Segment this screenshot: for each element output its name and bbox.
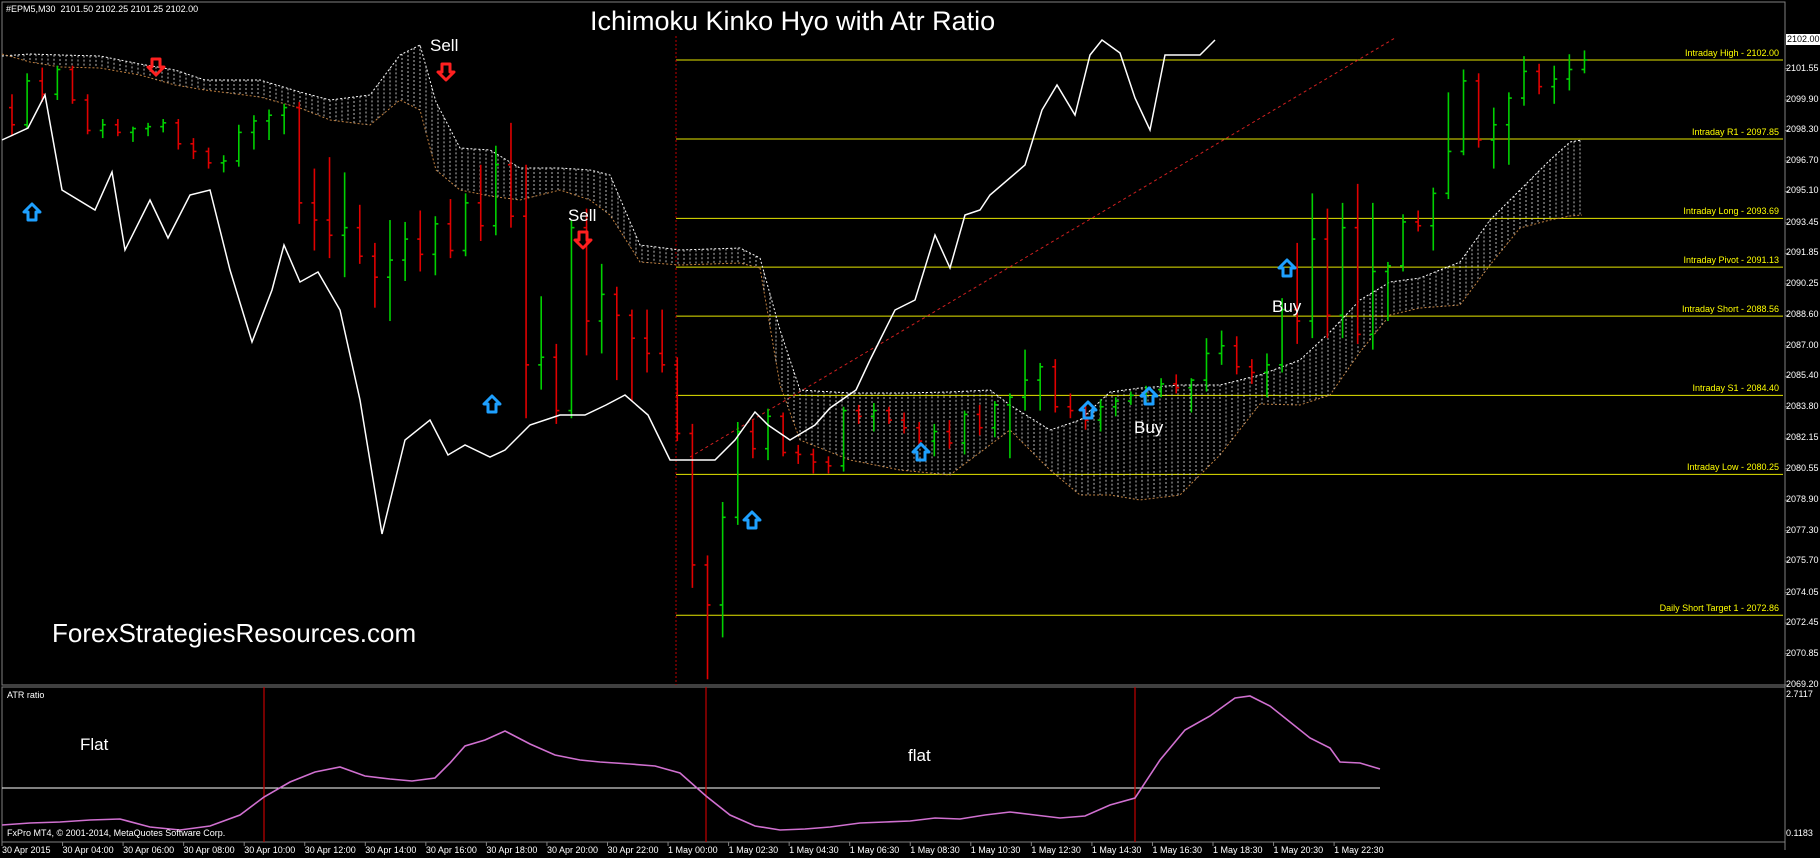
price-tick: 2078.90 [1786,494,1819,505]
cloud-a-upper [1,44,761,259]
time-tick: 1 May 00:00 [668,845,718,855]
chart-title: Ichimoku Kinko Hyo with Atr Ratio [590,6,996,36]
buy-arrow-icon [482,394,502,414]
time-tick: 30 Apr 06:00 [123,845,175,855]
price-tick: 2087.00 [1786,339,1819,350]
sell-annotation-2: Sell [568,206,597,225]
price-tick: 2075.70 [1786,555,1819,566]
cloud-a-lower [1,53,761,269]
time-tick: 30 Apr 10:00 [244,845,296,855]
time-tick: 1 May 16:30 [1152,845,1202,855]
time-tick: 1 May 08:30 [910,845,960,855]
ohlc-readout: 2101.50 2102.25 2101.25 2102.00 [60,4,199,14]
price-tick: 2072.45 [1786,617,1819,628]
price-tick: 2101.55 [1786,62,1819,73]
copyright-text: FxPro MT4, © 2001-2014, MetaQuotes Softw… [7,828,226,838]
symbol-label: #EPM5,M30 [6,4,56,14]
sell-annotation-1: Sell [430,36,459,55]
sell-arrow-icon [573,230,593,250]
watermark-text: ForexStrategiesResources.com [52,618,417,648]
time-tick: 30 Apr 08:00 [183,845,235,855]
down-arrow-icon [436,62,456,82]
level-label: Intraday Long - 2093.69 [1683,206,1779,217]
level-label: Intraday Pivot - 2091.13 [1683,255,1779,266]
buy-annotation-1: Buy [1272,297,1302,316]
level-label: Intraday R1 - 2097.85 [1691,127,1779,138]
buy-arrow-icon [1277,258,1297,278]
time-tick: 30 Apr 16:00 [425,845,477,855]
time-tick: 30 Apr 12:00 [304,845,356,855]
down-arrow-icon [146,57,166,77]
level-label: Intraday S1 - 2084.40 [1692,383,1779,394]
up-arrow-icon [1078,400,1098,420]
flat-annotation-2: flat [908,746,931,765]
time-tick: 30 Apr 04:00 [62,845,114,855]
price-tick: 2080.55 [1786,462,1819,473]
level-label: Daily Short Target 1 - 2072.86 [1659,603,1779,614]
current-price-marker: 2102.00 [1786,34,1820,45]
symbol-info: #EPM5,M30 2101.50 2102.25 2101.25 2102.0… [6,4,198,14]
indicator-max: 2.7117 [1786,689,1813,699]
time-tick: 1 May 20:30 [1273,845,1324,855]
main-panel-frame [1,1,1786,686]
time-tick: 1 May 02:30 [728,845,779,855]
price-tick: 2096.70 [1786,154,1819,165]
time-tick: 1 May 04:30 [789,845,839,855]
price-tick: 2091.85 [1786,247,1819,258]
price-tick: 2095.10 [1786,185,1819,196]
price-tick: 2090.25 [1786,277,1819,288]
price-tick: 2074.05 [1786,586,1819,597]
down-arrow-icon [573,230,593,250]
cloud-b-lower [759,214,1583,501]
atr-ratio-line [1,695,1381,831]
sell-arrow-icon [436,62,456,82]
up-arrow-icon [22,202,42,222]
up-arrow-icon [1277,258,1297,278]
trend-line [689,37,1396,458]
up-arrow-icon [1139,386,1159,406]
buy-arrow-icon [22,202,42,222]
price-tick: 2098.30 [1786,124,1819,135]
time-tick: 1 May 10:30 [970,845,1021,855]
time-tick: 30 Apr 2015 [2,845,51,855]
buy-arrow-icon [1078,400,1098,420]
time-tick: 30 Apr 18:00 [486,845,538,855]
price-tick: 2093.45 [1786,216,1819,227]
time-tick: 1 May 06:30 [849,845,900,855]
time-tick: 1 May 18:30 [1213,845,1263,855]
level-label: Intraday Short - 2088.56 [1681,304,1779,315]
time-tick: 30 Apr 22:00 [607,845,659,855]
time-tick: 30 Apr 20:00 [546,845,598,855]
chart-window[interactable]: #EPM5,M30 2101.50 2102.25 2101.25 2102.0… [0,0,1820,858]
price-tick: 2088.60 [1786,309,1819,320]
price-tick: 2069.20 [1786,679,1819,689]
price-tick: 2082.15 [1786,432,1819,443]
up-arrow-icon [911,442,931,462]
time-tick: 30 Apr 14:00 [365,845,417,855]
time-tick: 1 May 12:30 [1031,845,1081,855]
up-arrow-icon [482,394,502,414]
indicator-panel-frame [1,686,1786,843]
price-tick: 2077.30 [1786,524,1819,535]
price-tick: 2085.40 [1786,370,1819,381]
buy-arrow-icon [911,442,931,462]
flat-annotation-1: Flat [80,735,109,754]
time-tick: 1 May 14:30 [1091,845,1142,855]
cloud-b-upper [759,139,1583,431]
level-label: Intraday Low - 2080.25 [1686,462,1779,473]
buy-arrow-icon [742,510,762,530]
white-lagging-line [1,38,1216,535]
indicator-name: ATR ratio [7,690,45,700]
price-tick: 2083.80 [1786,400,1819,411]
buy-arrow-icon [1139,386,1159,406]
sell-arrow-icon [146,57,166,77]
indicator-min: 0.1183 [1786,828,1813,838]
time-tick: 1 May 22:30 [1334,845,1384,855]
level-label: Intraday High - 2102.00 [1684,47,1779,58]
chart-canvas[interactable] [0,0,1820,858]
up-arrow-icon [742,510,762,530]
buy-annotation-2: Buy [1134,418,1164,437]
price-tick: 2099.90 [1786,93,1819,104]
price-tick: 2070.85 [1786,647,1819,658]
